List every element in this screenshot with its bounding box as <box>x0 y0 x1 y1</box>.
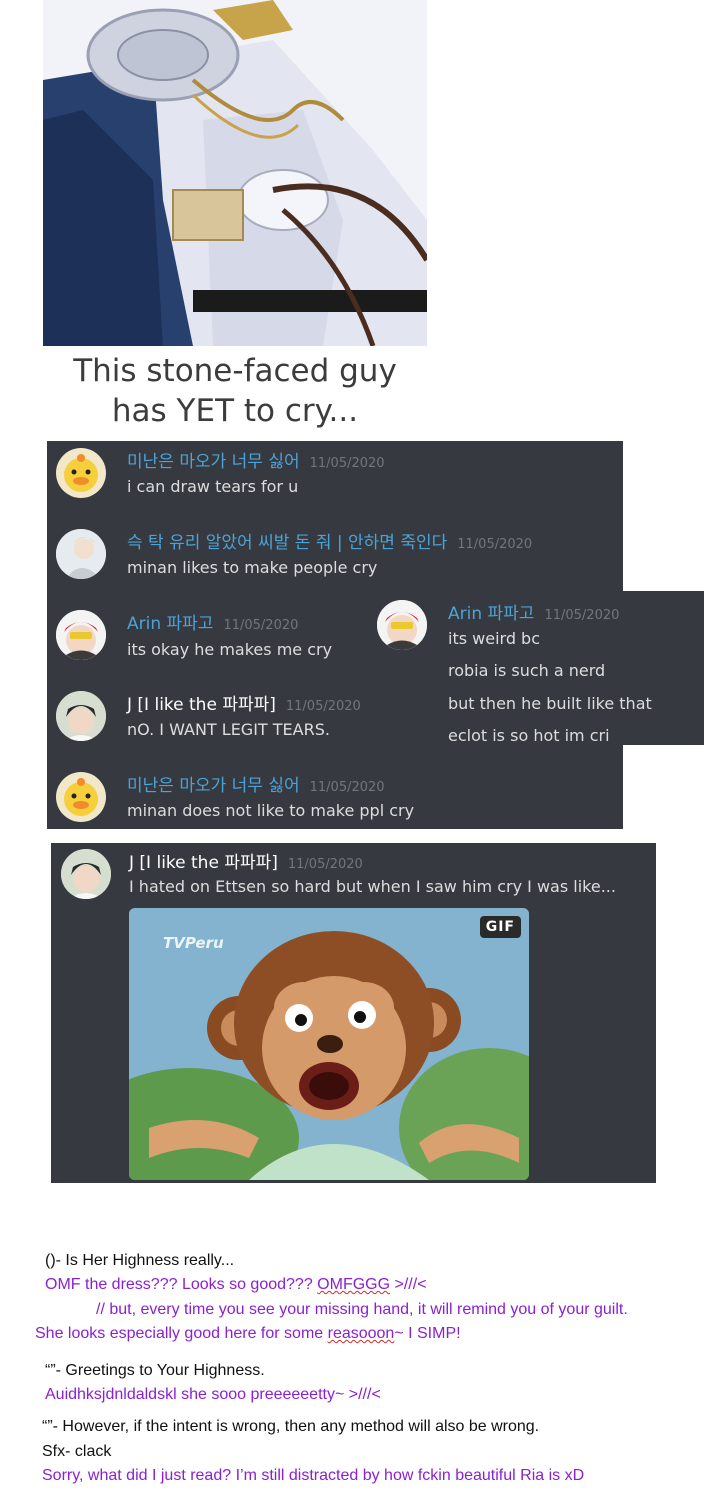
comment-line: Auidhksjdnldaldskl she sooo preeeeeetty~… <box>45 1386 381 1403</box>
chat-username[interactable]: 미난은 마오가 너무 싫어 11/05/2020 <box>127 771 385 796</box>
chat-username[interactable]: Arin 파파고 11/05/2020 <box>127 609 298 634</box>
username-text: J [I like the 파파파] <box>127 695 276 715</box>
timestamp: 11/05/2020 <box>544 608 620 623</box>
comment-line: ()- Is Her Highness really... <box>45 1252 235 1269</box>
comment-line: Sorry, what did I just read? I’m still d… <box>42 1467 585 1484</box>
message-line: but then he built like that <box>448 694 652 713</box>
avatar-boy-icon[interactable] <box>56 691 106 741</box>
timestamp: 11/05/2020 <box>287 857 363 872</box>
username-text: 미난은 마오가 너무 싫어 <box>127 776 300 796</box>
avatar-boy-icon[interactable] <box>61 849 111 899</box>
tv-watermark: TVPeru <box>163 934 224 952</box>
discord-chat-block-2: Arin 파파고 11/05/2020 its weird bc robia is… <box>369 591 704 745</box>
message-text: i can draw tears for u <box>127 477 299 496</box>
manhwa-panel-image <box>43 0 427 346</box>
message-text: minan does not like to make ppl cry <box>127 801 415 820</box>
chat-message: 슥 탁 유리 알았어 씨발 돈 줘 | 안하면 죽인다 11/05/2020 mi… <box>47 522 623 602</box>
chat-username[interactable]: J [I like the 파파파] 11/05/2020 <box>127 690 361 715</box>
comment-text: OMFGGG <box>317 1276 391 1293</box>
comment-line: “”- However, if the intent is wrong, the… <box>42 1418 540 1435</box>
username-text: 미난은 마오가 너무 싫어 <box>127 452 300 472</box>
timestamp: 11/05/2020 <box>309 780 385 795</box>
comment-line: // but, every time you see your missing … <box>96 1301 628 1318</box>
chat-username[interactable]: 슥 탁 유리 알았어 씨발 돈 줘 | 안하면 죽인다 11/05/2020 <box>127 528 532 553</box>
timestamp: 11/05/2020 <box>223 618 299 633</box>
avatar-person-icon[interactable] <box>56 529 106 579</box>
chat-message: 미난은 마오가 너무 싫어 11/05/2020 i can draw tears… <box>47 441 623 521</box>
chat-message: 미난은 마오가 너무 싫어 11/05/2020 minan does not l… <box>47 765 623 829</box>
message-line: eclot is so hot im cri <box>448 726 610 745</box>
message-text: nO. I WANT LEGIT TEARS. <box>127 720 330 739</box>
comment-line: She looks especially good here for some … <box>35 1325 461 1343</box>
chat-username[interactable]: J [I like the 파파파] 11/05/2020 <box>129 848 363 873</box>
message-text: minan likes to make people cry <box>127 558 378 577</box>
message-line: its weird bc <box>448 629 541 648</box>
comment-line: OMF the dress??? Looks so good??? OMFGGG… <box>45 1276 427 1294</box>
chat-message: J [I like the 파파파] 11/05/2020 nO. I WANT … <box>47 684 367 764</box>
avatar-girl-icon[interactable] <box>377 600 427 650</box>
panel-caption-line-2: has YET to cry... <box>111 393 359 429</box>
gif-badge: GIF <box>479 916 521 938</box>
username-text: 슥 탁 유리 알았어 씨발 돈 줘 | 안하면 죽인다 <box>127 533 448 553</box>
comment-line: “”- Greetings to Your Highness. <box>45 1362 265 1379</box>
comment-text: She looks especially good here for some <box>35 1325 328 1342</box>
chat-username[interactable]: Arin 파파고 11/05/2020 <box>448 599 619 624</box>
timestamp: 11/05/2020 <box>457 537 533 552</box>
comment-line: Sfx- clack <box>42 1443 112 1460</box>
message-line: robia is such a nerd <box>448 661 606 680</box>
avatar-duck-icon[interactable] <box>56 772 106 822</box>
message-text: I hated on Ettsen so hard but when I saw… <box>129 877 616 896</box>
chat-message: Arin 파파고 11/05/2020 its okay he makes me … <box>47 603 367 683</box>
chat-username[interactable]: 미난은 마오가 너무 싫어 11/05/2020 <box>127 447 385 472</box>
monkey-puppet-gif[interactable]: TVPeru GIF <box>129 908 529 1180</box>
username-text: Arin 파파고 <box>448 604 535 624</box>
timestamp: 11/05/2020 <box>285 699 361 714</box>
avatar-duck-icon[interactable] <box>56 448 106 498</box>
comment-text: >///< <box>390 1276 427 1293</box>
avatar-girl-icon[interactable] <box>56 610 106 660</box>
comment-text: ~ I SIMP! <box>394 1325 461 1342</box>
message-text: its okay he makes me cry <box>127 640 333 659</box>
username-text: Arin 파파고 <box>127 614 214 634</box>
comment-text: reasooon <box>327 1325 395 1342</box>
timestamp: 11/05/2020 <box>309 456 385 471</box>
panel-caption-line-1: This stone-faced guy <box>73 353 397 389</box>
username-text: J [I like the 파파파] <box>129 853 278 873</box>
comment-text: OMF the dress??? Looks so good??? <box>45 1276 318 1293</box>
